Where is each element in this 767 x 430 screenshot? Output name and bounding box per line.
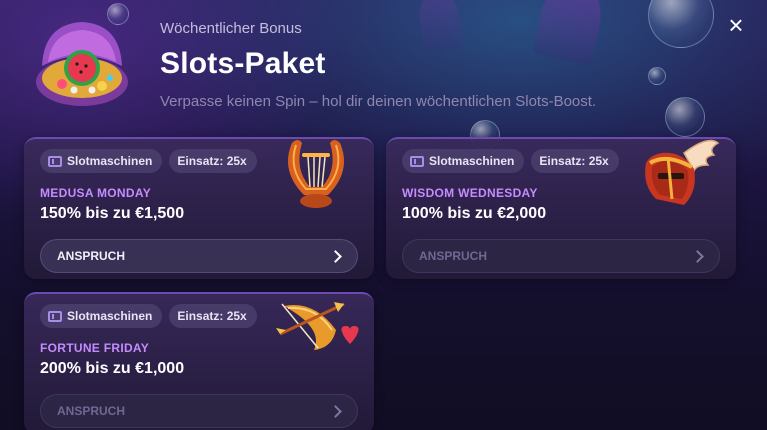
bonus-offer: 150% bis zu €1,500 bbox=[40, 205, 185, 222]
tag-list: Slotmaschinen Einsatz: 25x bbox=[40, 304, 257, 328]
bonus-offer: 200% bis zu €1,000 bbox=[40, 360, 185, 377]
close-button[interactable]: × bbox=[723, 12, 749, 38]
bonus-card-wednesday: Slotmaschinen Einsatz: 25x WISDOM WEDNES… bbox=[386, 137, 736, 279]
category-tag: Slotmaschinen bbox=[402, 149, 525, 173]
claim-button-label: ANSPRUCH bbox=[419, 249, 488, 263]
category-tag-label: Slotmaschinen bbox=[429, 154, 515, 168]
bubble-decoration bbox=[648, 67, 666, 85]
wager-tag: Einsatz: 25x bbox=[169, 304, 257, 328]
bubble-decoration bbox=[648, 0, 714, 48]
eyebrow-label: Wöchentlicher Bonus bbox=[160, 20, 302, 37]
claim-button[interactable]: ANSPRUCH bbox=[40, 394, 358, 428]
bonus-card-monday: Slotmaschinen Einsatz: 25x MEDUSA MONDAY… bbox=[24, 137, 374, 279]
treasure-chest-icon bbox=[30, 16, 134, 110]
category-tag-label: Slotmaschinen bbox=[67, 154, 153, 168]
category-tag: Slotmaschinen bbox=[40, 304, 163, 328]
bubble-decoration bbox=[665, 97, 705, 137]
bonus-offer: 100% bis zu €2,000 bbox=[402, 205, 547, 222]
wager-tag: Einsatz: 25x bbox=[169, 149, 257, 173]
chevron-right-icon bbox=[329, 249, 342, 263]
category-tag: Slotmaschinen bbox=[40, 149, 163, 173]
bonus-day: WISDOM WEDNESDAY bbox=[402, 186, 538, 200]
page-title: Slots-Paket bbox=[160, 47, 326, 80]
lyre-icon bbox=[278, 131, 354, 218]
category-tag-label: Slotmaschinen bbox=[67, 309, 153, 323]
page-subtitle: Verpasse keinen Spin – hol dir deinen wö… bbox=[160, 93, 597, 110]
tag-list: Slotmaschinen Einsatz: 25x bbox=[402, 149, 619, 173]
close-icon[interactable]: × bbox=[728, 10, 743, 40]
winged-helmet-icon bbox=[638, 133, 720, 218]
slot-machine-icon bbox=[48, 310, 62, 322]
slot-machine-icon bbox=[48, 155, 62, 167]
claim-button[interactable]: ANSPRUCH bbox=[402, 239, 720, 273]
claim-button[interactable]: ANSPRUCH bbox=[40, 239, 358, 273]
chevron-right-icon bbox=[329, 404, 342, 418]
bonus-day: MEDUSA MONDAY bbox=[40, 186, 152, 200]
wager-tag-label: Einsatz: 25x bbox=[177, 154, 247, 168]
tag-list: Slotmaschinen Einsatz: 25x bbox=[40, 149, 257, 173]
claim-button-label: ANSPRUCH bbox=[57, 249, 126, 263]
slot-machine-icon bbox=[410, 155, 424, 167]
wager-tag-label: Einsatz: 25x bbox=[177, 309, 247, 323]
header: Wöchentlicher Bonus Slots-Paket Verpasse… bbox=[160, 20, 596, 110]
bow-and-arrow-icon bbox=[274, 290, 360, 363]
bonus-card-friday: Slotmaschinen Einsatz: 25x FORTUNE FRIDA… bbox=[24, 292, 374, 430]
claim-button-label: ANSPRUCH bbox=[57, 404, 126, 418]
bonus-day: FORTUNE FRIDAY bbox=[40, 341, 150, 355]
wager-tag: Einsatz: 25x bbox=[531, 149, 619, 173]
wager-tag-label: Einsatz: 25x bbox=[539, 154, 609, 168]
chevron-right-icon bbox=[691, 249, 704, 263]
